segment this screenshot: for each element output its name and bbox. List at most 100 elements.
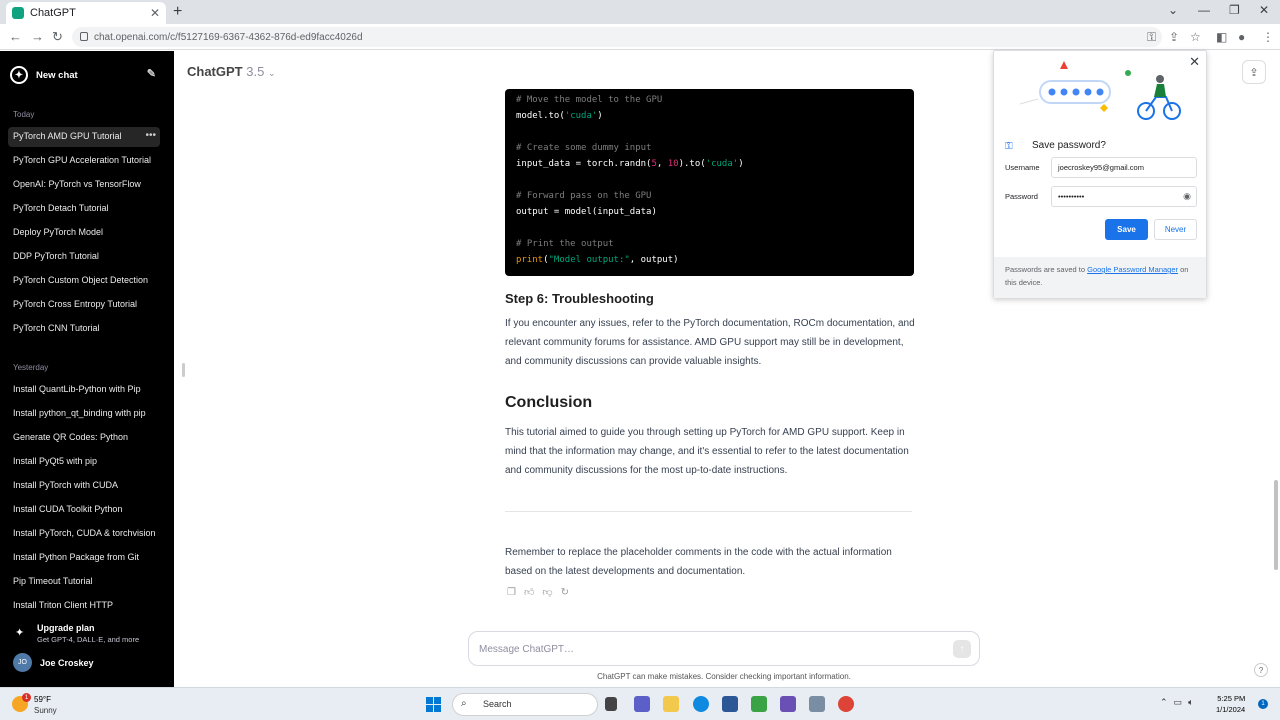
- sidebar-item-chat[interactable]: Install PyTorch with CUDA: [8, 476, 160, 496]
- new-tab-button[interactable]: +: [173, 3, 182, 21]
- regenerate-icon[interactable]: ↻: [561, 587, 577, 598]
- new-chat-button[interactable]: ✦ New chat ✎: [10, 63, 160, 87]
- password-field[interactable]: •••••••••• ◉: [1051, 186, 1197, 207]
- chrome-icon[interactable]: [838, 696, 854, 712]
- sidebar-item-chat[interactable]: PyTorch CNN Tutorial: [8, 319, 160, 339]
- username-field[interactable]: joecroskey95@gmail.com: [1051, 157, 1197, 178]
- sidebar-item-chat[interactable]: PyTorch GPU Acceleration Tutorial: [8, 151, 160, 171]
- code-token: # Move the model to the GPU: [516, 95, 663, 105]
- sidebar-item-chat[interactable]: Install QuantLib-Python with Pip: [8, 380, 160, 400]
- code-token: ): [738, 159, 744, 169]
- eye-icon[interactable]: ◉: [1183, 191, 1191, 202]
- bookmark-star-icon[interactable]: ☆: [1190, 30, 1201, 44]
- sidebar-item-label: Deploy PyTorch Model: [13, 227, 104, 237]
- vscode-icon[interactable]: [780, 696, 796, 712]
- edge-icon[interactable]: [693, 696, 709, 712]
- sidebar-item-chat[interactable]: OpenAI: PyTorch vs TensorFlow: [8, 175, 160, 195]
- copy-icon[interactable]: ❐: [507, 587, 524, 598]
- model-name: ChatGPT: [187, 64, 243, 79]
- sidebar-item-chat[interactable]: PyTorch Detach Tutorial: [8, 199, 160, 219]
- sidebar-item-chat[interactable]: PyTorch AMD GPU Tutorial •••: [8, 127, 160, 147]
- side-panel-icon[interactable]: ◧: [1216, 30, 1227, 44]
- password-manager-link[interactable]: Google Password Manager: [1087, 265, 1178, 274]
- sidebar-item-label: Install Python Package from Git: [13, 552, 140, 562]
- key-icon: ⚿: [1005, 141, 1013, 152]
- sidebar-item-label: PyTorch Detach Tutorial: [13, 203, 109, 213]
- sidebar-item-chat[interactable]: Deploy PyTorch Model: [8, 223, 160, 243]
- sidebar-item-chat[interactable]: Pip Timeout Tutorial: [8, 572, 160, 592]
- system-tray: ⌃▭🔈︎: [1160, 697, 1199, 708]
- code-token: # Forward pass on the GPU: [516, 191, 652, 201]
- forward-icon[interactable]: →: [31, 29, 44, 44]
- section-label-yesterday: Yesterday: [13, 363, 49, 372]
- code-token: print: [516, 255, 544, 265]
- never-button[interactable]: Never: [1154, 219, 1197, 240]
- windows-start-icon[interactable]: [426, 697, 441, 712]
- username-label: Username: [1005, 163, 1040, 172]
- thumbs-down-icon[interactable]: 👎︎: [542, 587, 560, 598]
- sidebar-item-chat[interactable]: Install PyTorch, CUDA & torchvision: [8, 524, 160, 544]
- help-button[interactable]: ?: [1254, 663, 1268, 677]
- sidebar-item-chat[interactable]: PyTorch Custom Object Detection: [8, 271, 160, 291]
- store-icon[interactable]: [722, 696, 738, 712]
- sidebar-item-chat[interactable]: DDP PyTorch Tutorial: [8, 247, 160, 267]
- volume-icon[interactable]: 🔈︎: [1188, 697, 1199, 707]
- weather-condition: Sunny: [34, 706, 57, 715]
- browser-tab-bar: ChatGPT ✕ + ⌄ — ❐ ✕: [0, 0, 1280, 24]
- share-page-icon[interactable]: ⇪: [1169, 30, 1179, 44]
- maximize-icon[interactable]: ❐: [1229, 3, 1240, 17]
- editor-app-icon[interactable]: [751, 696, 767, 712]
- reload-icon[interactable]: ↻: [52, 29, 63, 45]
- save-button[interactable]: Save: [1105, 219, 1148, 240]
- profile-icon[interactable]: ●: [1238, 30, 1245, 44]
- file-explorer-icon[interactable]: [663, 696, 679, 712]
- clock[interactable]: 5:25 PM 1/1/2024: [1216, 693, 1245, 715]
- sidebar-item-chat[interactable]: Install CUDA Toolkit Python: [8, 500, 160, 520]
- upgrade-plan-button[interactable]: ✦ Upgrade plan Get GPT-4, DALL·E, and mo…: [13, 621, 163, 645]
- sidebar-item-label: PyTorch AMD GPU Tutorial: [13, 131, 122, 141]
- sidebar-item-chat[interactable]: PyTorch Cross Entropy Tutorial: [8, 295, 160, 315]
- share-button[interactable]: ⇪: [1242, 60, 1266, 84]
- minimize-icon[interactable]: —: [1198, 3, 1210, 17]
- back-icon[interactable]: ←: [9, 29, 22, 44]
- code-line: input_data = torch.randn(5, 10).to('cuda…: [516, 156, 903, 172]
- teams-icon[interactable]: [634, 696, 650, 712]
- close-window-icon[interactable]: ✕: [1259, 3, 1269, 17]
- edit-icon[interactable]: ✎: [147, 67, 156, 80]
- tab-chatgpt[interactable]: ChatGPT ✕: [6, 2, 166, 24]
- message-input[interactable]: [479, 640, 939, 658]
- weather-badge: 1: [22, 693, 31, 702]
- sidebar-item-chat[interactable]: Install PyQt5 with pip: [8, 452, 160, 472]
- sidebar-item-chat[interactable]: Install Python Package from Git: [8, 548, 160, 568]
- sidebar-item-label: PyTorch GPU Acceleration Tutorial: [13, 155, 152, 165]
- password-illustration: [1019, 61, 1181, 120]
- footer-prefix: Passwords are saved to: [1005, 265, 1088, 274]
- task-view-icon[interactable]: [605, 697, 617, 711]
- sidebar-collapse-handle[interactable]: [182, 363, 185, 377]
- user-name: Joe Croskey: [40, 658, 94, 668]
- send-button[interactable]: ↑: [953, 640, 971, 658]
- sidebar-item-chat[interactable]: Generate QR Codes: Python: [8, 428, 160, 448]
- user-menu[interactable]: JO Joe Croskey: [13, 653, 163, 673]
- network-icon[interactable]: ▭: [1174, 697, 1189, 707]
- more-options-icon[interactable]: •••: [145, 130, 156, 141]
- menu-icon[interactable]: ⋮: [1262, 30, 1274, 44]
- key-icon[interactable]: ⚿: [1147, 30, 1156, 45]
- model-selector[interactable]: ChatGPT 3.5 ⌄: [187, 64, 276, 79]
- code-line: # Move the model to the GPU: [516, 92, 903, 108]
- tab-close-icon[interactable]: ✕: [150, 6, 160, 20]
- tab-search-icon[interactable]: ⌄: [1168, 3, 1178, 17]
- scrollbar[interactable]: [1274, 480, 1278, 570]
- sidebar-item-label: Install PyQt5 with pip: [13, 456, 98, 466]
- thumbs-up-icon[interactable]: 👍︎: [524, 587, 542, 598]
- app-icon[interactable]: [809, 696, 825, 712]
- sidebar-item-chat[interactable]: Install python_qt_binding with pip: [8, 404, 160, 424]
- sidebar-item-chat[interactable]: Install Triton Client HTTP: [8, 596, 160, 616]
- notification-badge[interactable]: 1: [1258, 699, 1268, 709]
- chevron-up-icon[interactable]: ⌃: [1160, 697, 1174, 707]
- popup-title: Save password?: [1032, 140, 1106, 151]
- url-field[interactable]: chat.openai.com/c/f5127169-6367-4362-876…: [72, 27, 1162, 47]
- taskbar-search[interactable]: ⌕ Search: [452, 693, 598, 716]
- sidebar-item-label: Install QuantLib-Python with Pip: [13, 384, 141, 394]
